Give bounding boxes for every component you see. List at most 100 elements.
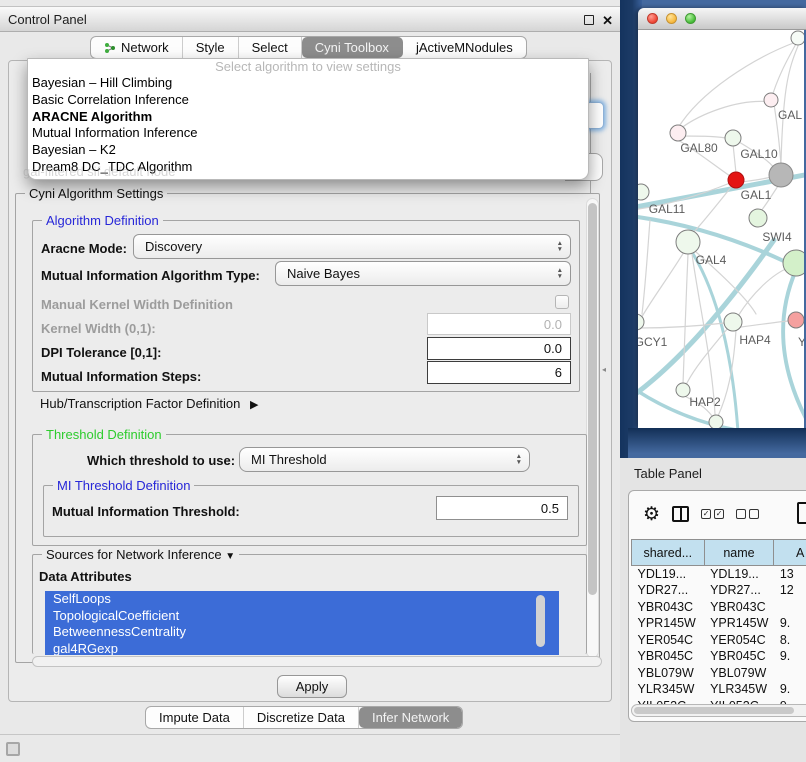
cell-value[interactable] [774,599,806,616]
table-horizontal-scrollbar[interactable] [631,704,806,717]
network-node-y[interactable] [788,312,804,328]
network-node-gal80[interactable] [670,125,686,141]
columns-icon[interactable] [672,506,689,522]
network-canvas[interactable]: GALGAL80GAL10GAL1GAL11SWI4GAL4GCY1HAP4YH… [638,30,804,428]
deselect-all-checkboxes-icon[interactable] [736,509,759,519]
document-icon[interactable] [797,502,806,524]
cell-name[interactable]: YBL079W [704,665,774,682]
cell-value[interactable]: 9. [774,681,806,698]
collapsed-panel-button[interactable] [6,742,20,756]
hub-definition-expander[interactable]: Hub/Transcription Factor Definition ▶ [40,396,258,411]
list-scrollbar-thumb[interactable] [536,595,545,647]
tab[interactable]: Network [91,37,183,58]
cell-value[interactable]: 9. [774,648,806,665]
table-row[interactable]: YBL079W YBL079W [632,665,806,682]
settings-scrollbar-thumb[interactable] [588,203,597,595]
select-all-checkboxes-icon[interactable]: ✓ ✓ [701,509,724,519]
kernel-width-field[interactable]: 0.0 [427,313,571,335]
network-edge[interactable] [680,101,771,129]
close-panel-icon[interactable]: ✕ [602,13,613,29]
network-node-hap4[interactable] [724,313,742,331]
cell-value[interactable] [774,665,806,682]
cell-name[interactable]: YPR145W [704,615,774,632]
network-edge[interactable] [741,321,788,327]
float-panel-icon[interactable] [584,15,594,25]
cell-name[interactable]: YDR27... [704,582,774,599]
cell-name[interactable]: YLR345W [704,681,774,698]
settings-horizontal-scrollbar[interactable] [32,656,602,667]
tab[interactable]: Cyni Toolbox [302,37,403,58]
algorithm-list-item[interactable]: Mutual Information Inference [28,125,588,142]
table-horizontal-scrollbar-thumb[interactable] [634,707,794,714]
algorithm-list-item[interactable]: Bayesian – Hill Climbing [28,75,588,92]
mi-type-combo[interactable]: Naive Bayes ▲▼ [275,261,571,286]
network-node[interactable] [709,415,723,428]
apply-button[interactable]: Apply [277,675,347,698]
cell-value[interactable]: 12 [774,582,806,599]
data-attribute-item[interactable]: TopologicalCoefficient [45,608,559,625]
close-window-icon[interactable] [647,13,658,24]
cell-value[interactable]: 8. [774,632,806,649]
table-row[interactable]: YLR345W YLR345W 9. [632,681,806,698]
algorithm-list-item[interactable]: Basic Correlation Inference [28,92,588,109]
network-node[interactable] [769,163,793,187]
cell-shared-name[interactable]: YBR045C [632,648,705,665]
settings-scrollbar[interactable] [586,198,599,658]
table-row[interactable]: YDL19... YDL19... 13 [632,566,806,583]
algorithm-list-item[interactable]: ARACNE Algorithm [28,109,588,126]
data-attribute-item[interactable]: BetweennessCentrality [45,624,559,641]
column-header-clipped[interactable]: A [774,540,806,566]
network-edge[interactable] [642,220,650,314]
manual-kernel-checkbox[interactable] [555,295,569,309]
cell-name[interactable]: YER054C [704,632,774,649]
network-node[interactable] [783,250,804,276]
network-edge[interactable] [686,328,728,385]
table-row[interactable]: YER054C YER054C 8. [632,632,806,649]
column-header-name[interactable]: name [704,540,774,566]
table-row[interactable]: YPR145W YPR145W 9. [632,615,806,632]
network-edge[interactable] [781,46,798,163]
zoom-window-icon[interactable] [685,13,696,24]
table-row[interactable]: YBR043C YBR043C [632,599,806,616]
network-node-gal[interactable] [764,93,778,107]
mode-tab[interactable]: Discretize Data [244,707,359,728]
network-edge[interactable] [733,144,736,173]
collapse-arrow-icon[interactable]: ▼ [225,551,235,562]
network-node-gal4[interactable] [676,230,700,254]
cell-shared-name[interactable]: YDR27... [632,582,705,599]
column-header-shared-name[interactable]: shared... [632,540,705,566]
tab[interactable]: jActiveMNodules [403,37,526,58]
table-row[interactable]: YBR045C YBR045C 9. [632,648,806,665]
dpi-tolerance-field[interactable]: 0.0 [427,337,571,360]
tab[interactable]: Style [183,37,239,58]
network-node-gal11[interactable] [638,184,649,200]
tab[interactable]: Select [239,37,302,58]
network-node[interactable] [791,31,804,45]
network-edge[interactable] [640,323,725,328]
expander-arrow-icon[interactable]: ▶ [250,398,258,411]
network-edge[interactable] [683,254,688,384]
network-edge[interactable] [692,254,715,414]
cell-shared-name[interactable]: YER054C [632,632,705,649]
network-node-gal1[interactable] [728,172,744,188]
cell-name[interactable]: YBR043C [704,599,774,616]
data-attribute-item[interactable]: SelfLoops [45,591,559,608]
cell-shared-name[interactable]: YBR043C [632,599,705,616]
which-threshold-combo[interactable]: MI Threshold ▲▼ [239,447,530,472]
cell-value[interactable]: 13 [774,566,806,583]
network-node-swi4[interactable] [749,209,767,227]
mode-tab[interactable]: Impute Data [146,707,244,728]
network-node-gal10[interactable] [725,130,741,146]
algorithm-list-item[interactable]: Bayesian – K2 [28,142,588,159]
mi-threshold-field[interactable]: 0.5 [436,496,568,520]
cell-shared-name[interactable]: YDL19... [632,566,705,583]
panel-divider-handle[interactable]: ◂ [602,365,606,374]
cell-shared-name[interactable]: YPR145W [632,615,705,632]
cell-value[interactable]: 9. [774,615,806,632]
mi-steps-field[interactable]: 6 [427,361,571,384]
minimize-window-icon[interactable] [666,13,677,24]
table-row[interactable]: YDR27... YDR27... 12 [632,582,806,599]
gear-icon[interactable]: ⚙ [643,505,660,524]
data-attribute-item[interactable]: gal4RGexp [45,641,559,656]
algorithm-list-item[interactable]: Dream8 DC_TDC Algorithm [28,159,588,176]
